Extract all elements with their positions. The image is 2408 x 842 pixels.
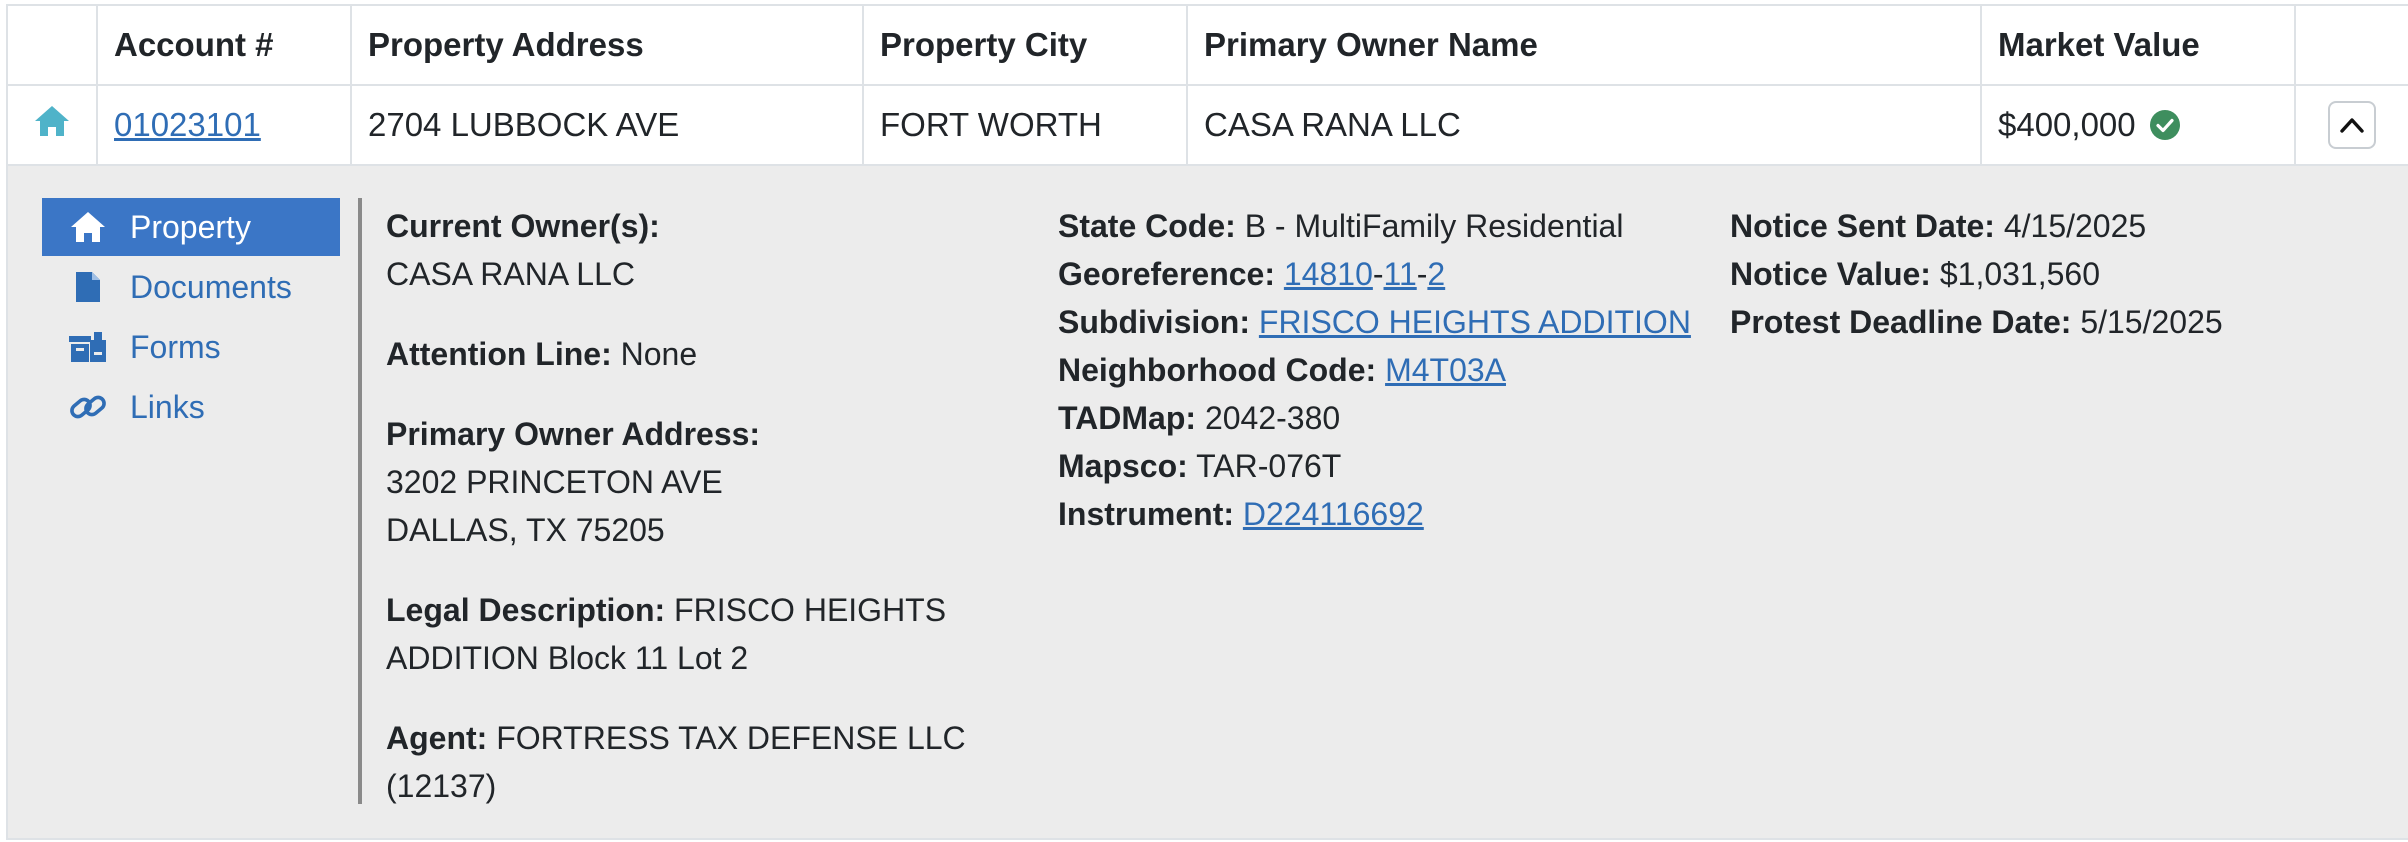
toggle-cell <box>2294 84 2408 166</box>
account-link[interactable]: 01023101 <box>114 106 261 143</box>
nav-item-label: Documents <box>130 268 292 305</box>
legal-description-line1: FRISCO HEIGHTS <box>674 592 947 628</box>
neighborhood-link[interactable]: M4T03A <box>1385 352 1506 388</box>
instrument-label: Instrument: <box>1058 496 1234 532</box>
table-row: 01023101 2704 LUBBOCK AVE FORT WORTH CAS… <box>6 84 2408 166</box>
nav-item-label: Links <box>130 388 205 425</box>
nav-item-label: Forms <box>130 328 221 365</box>
primary-address-block: Primary Owner Address: 3202 PRINCETON AV… <box>386 410 1006 554</box>
address-cell: 2704 LUBBOCK AVE <box>350 84 864 166</box>
agent-line1: FORTRESS TAX DEFENSE LLC <box>496 720 966 756</box>
legal-description-block: Legal Description: FRISCO HEIGHTS ADDITI… <box>386 586 1006 682</box>
agent-label: Agent: <box>386 720 488 756</box>
state-code-label: State Code: <box>1058 208 1236 244</box>
attention-label: Attention Line: <box>386 336 612 372</box>
mapsco-line: Mapsco: TAR-076T <box>1058 442 1698 490</box>
notice-sent-line: Notice Sent Date: 4/15/2025 <box>1730 202 2390 250</box>
legal-description-label: Legal Description: <box>386 592 666 628</box>
table-header-row: Account # Property Address Property City… <box>6 4 2408 86</box>
header-city: Property City <box>862 4 1188 86</box>
current-owners-value: CASA RANA LLC <box>386 256 635 292</box>
header-toggle-col <box>2294 4 2408 86</box>
nav-item-documents[interactable]: Documents <box>42 258 340 316</box>
nav-item-forms[interactable]: Forms <box>42 318 340 376</box>
detail-nav: Property Documents Forms Links <box>42 198 340 438</box>
legal-description-line2: ADDITION Block 11 Lot 2 <box>386 640 749 676</box>
notice-value-label: Notice Value: <box>1730 256 1931 292</box>
subdivision-label: Subdivision: <box>1058 304 1250 340</box>
current-owners-label: Current Owner(s): <box>386 208 660 244</box>
tadmap-line: TADMap: 2042-380 <box>1058 394 1698 442</box>
protest-deadline-value: 5/15/2025 <box>2080 304 2223 340</box>
agent-block: Agent: FORTRESS TAX DEFENSE LLC (12137) <box>386 714 1006 810</box>
header-address: Property Address <box>350 4 864 86</box>
notice-sent-label: Notice Sent Date: <box>1730 208 1995 244</box>
primary-address-label: Primary Owner Address: <box>386 416 761 452</box>
neighborhood-line: Neighborhood Code: M4T03A <box>1058 346 1698 394</box>
instrument-line: Instrument: D224116692 <box>1058 490 1698 538</box>
header-account: Account # <box>96 4 352 86</box>
subdivision-line: Subdivision: FRISCO HEIGHTS ADDITION <box>1058 298 1698 346</box>
georeference-link-3[interactable]: 2 <box>1427 256 1445 292</box>
instrument-link[interactable]: D224116692 <box>1243 496 1424 532</box>
notice-value-value: $1,031,560 <box>1939 256 2100 292</box>
row-icon-cell <box>6 84 98 166</box>
chevron-up-icon <box>2340 118 2364 133</box>
check-circle-icon <box>2149 110 2180 140</box>
forms-icon <box>68 327 108 367</box>
agent-line2: (12137) <box>386 768 497 804</box>
notice-column: Notice Sent Date: 4/15/2025 Notice Value… <box>1730 202 2390 346</box>
market-value: $400,000 <box>1998 106 2136 143</box>
home-icon <box>68 207 108 247</box>
collapse-button[interactable] <box>2328 101 2376 149</box>
neighborhood-label: Neighborhood Code: <box>1058 352 1377 388</box>
home-icon <box>35 106 69 136</box>
property-codes-column: State Code: B - MultiFamily Residential … <box>1058 202 1698 538</box>
protest-deadline-label: Protest Deadline Date: <box>1730 304 2072 340</box>
detail-panel: Property Documents Forms Links Current O… <box>8 166 2408 838</box>
notice-value-line: Notice Value: $1,031,560 <box>1730 250 2390 298</box>
nav-item-property[interactable]: Property <box>42 198 340 256</box>
tadmap-label: TADMap: <box>1058 400 1197 436</box>
mapsco-label: Mapsco: <box>1058 448 1188 484</box>
market-value-cell: $400,000 <box>1980 84 2296 166</box>
georeference-link-2[interactable]: 11 <box>1384 256 1417 292</box>
state-code-line: State Code: B - MultiFamily Residential <box>1058 202 1698 250</box>
georeference-link-1[interactable]: 14810 <box>1284 256 1373 292</box>
protest-deadline-line: Protest Deadline Date: 5/15/2025 <box>1730 298 2390 346</box>
header-market-value: Market Value <box>1980 4 2296 86</box>
primary-address-line1: 3202 PRINCETON AVE <box>386 464 723 500</box>
document-icon <box>68 267 108 307</box>
owner-details-column: Current Owner(s): CASA RANA LLC Attentio… <box>386 202 1006 842</box>
detail-row: Property Documents Forms Links Current O… <box>6 164 2408 840</box>
attention-block: Attention Line: None <box>386 330 1006 378</box>
account-cell: 01023101 <box>96 84 352 166</box>
nav-divider <box>358 198 362 804</box>
header-icon-col <box>6 4 98 86</box>
state-code-value: B - MultiFamily Residential <box>1244 208 1624 244</box>
georeference-separator: - <box>1372 256 1384 292</box>
header-owner: Primary Owner Name <box>1186 4 1982 86</box>
subdivision-link[interactable]: FRISCO HEIGHTS ADDITION <box>1259 304 1691 340</box>
nav-item-label: Property <box>130 208 251 245</box>
attention-value: None <box>620 336 698 372</box>
georeference-label: Georeference: <box>1058 256 1275 292</box>
nav-item-links[interactable]: Links <box>42 378 340 436</box>
link-icon <box>68 387 108 427</box>
georeference-separator: - <box>1416 256 1428 292</box>
mapsco-value: TAR-076T <box>1196 448 1342 484</box>
primary-address-line2: DALLAS, TX 75205 <box>386 512 665 548</box>
georeference-line: Georeference: 14810-11-2 <box>1058 250 1698 298</box>
results-panel: Account # Property Address Property City… <box>6 4 2408 840</box>
notice-sent-value: 4/15/2025 <box>2003 208 2147 244</box>
detail-cell: Property Documents Forms Links Current O… <box>6 164 2408 840</box>
owner-cell: CASA RANA LLC <box>1186 84 1982 166</box>
results-table: Account # Property Address Property City… <box>6 4 2408 840</box>
city-cell: FORT WORTH <box>862 84 1188 166</box>
current-owners-block: Current Owner(s): CASA RANA LLC <box>386 202 1006 298</box>
tadmap-value: 2042-380 <box>1204 400 1341 436</box>
